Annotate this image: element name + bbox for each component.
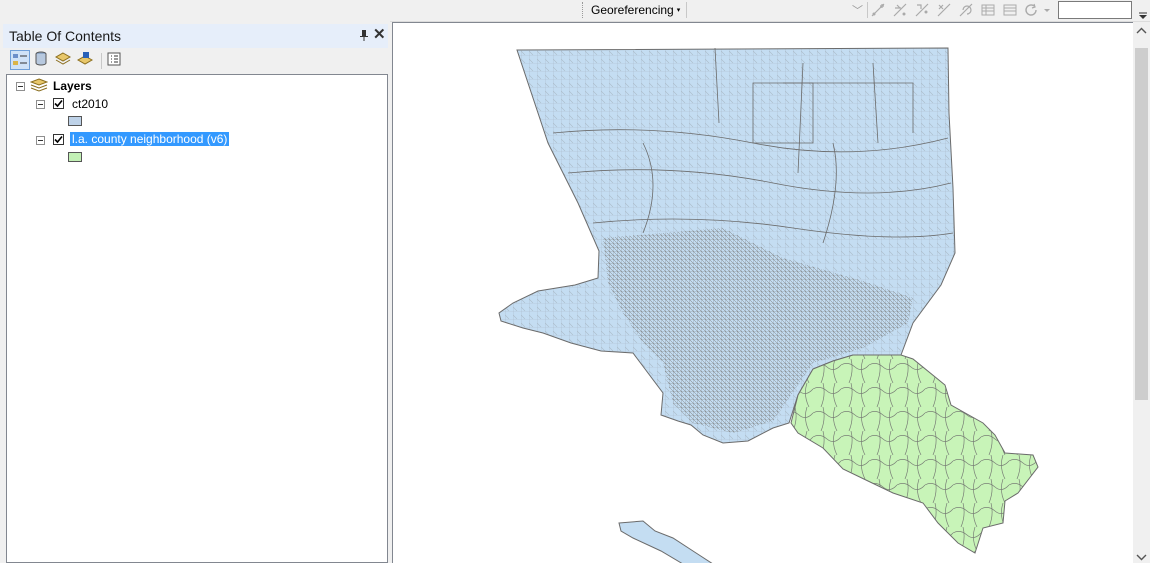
pin-icon[interactable] — [359, 29, 369, 41]
toolbar-overflow-icon[interactable] — [1138, 6, 1148, 20]
table-of-contents-panel: Table Of Contents ✕ Layers ct2010 l.a. c… — [3, 22, 388, 563]
layers-stack-icon — [29, 78, 49, 92]
layers-visibility-icon — [55, 52, 71, 65]
layers-expander[interactable] — [16, 82, 25, 91]
table-icon[interactable] — [1002, 2, 1018, 18]
georeferencing-label: Georeferencing — [591, 3, 674, 17]
selection-layers-icon — [77, 52, 93, 65]
delete-link-icon[interactable] — [936, 2, 952, 18]
layer-dropdown-chevron-icon[interactable]: ﹀ — [852, 2, 863, 18]
checkmark-icon — [54, 135, 63, 144]
select-link-icon[interactable] — [914, 2, 930, 18]
layer-expander-neighborhood[interactable] — [36, 136, 45, 145]
toc-titlebar: Table Of Contents ✕ — [3, 24, 388, 48]
toolbar-grip[interactable] — [582, 2, 584, 18]
scroll-down-icon[interactable] — [1136, 551, 1147, 561]
drawing-order-icon — [13, 54, 27, 65]
layer-symbol-swatch-neighborhood[interactable] — [68, 152, 82, 162]
catalina-island[interactable] — [618, 520, 713, 563]
refresh-dropdown-icon[interactable] — [1024, 2, 1040, 18]
dropdown-arrow-icon: ▾ — [676, 7, 681, 14]
toc-toolbar — [3, 49, 388, 73]
scroll-up-icon[interactable] — [1136, 25, 1147, 35]
layer-visibility-checkbox-ct2010[interactable] — [53, 98, 64, 109]
layer-label-ct2010[interactable]: ct2010 — [72, 97, 108, 111]
auto-adjust-icon[interactable] — [892, 2, 908, 18]
list-by-visibility-button[interactable] — [54, 50, 74, 70]
scale-input[interactable] — [1058, 1, 1132, 19]
layer-tree: Layers ct2010 l.a. county neighborhood (… — [6, 74, 388, 563]
georeferencing-menu[interactable]: Georeferencing ▾ — [588, 1, 683, 19]
scrollbar-thumb[interactable] — [1135, 48, 1148, 400]
layers-root-label[interactable]: Layers — [53, 79, 92, 93]
options-button[interactable] — [105, 50, 125, 70]
map-canvas[interactable] — [393, 23, 1134, 563]
list-by-source-button[interactable] — [32, 50, 52, 70]
layer-expander-ct2010[interactable] — [36, 100, 45, 109]
top-toolbar: Georeferencing ▾ ﹀ — [390, 0, 1150, 22]
view-link-table-icon[interactable] — [980, 2, 996, 18]
layer-visibility-checkbox-neighborhood[interactable] — [53, 134, 64, 145]
layer-label-neighborhood[interactable]: l.a. county neighborhood (v6) — [70, 132, 230, 146]
add-control-points-icon[interactable] — [870, 2, 886, 18]
checkmark-icon — [54, 99, 63, 108]
rotate-icon[interactable] — [958, 2, 974, 18]
toc-toolbar-separator — [101, 53, 102, 69]
close-icon[interactable]: ✕ — [373, 26, 386, 44]
arcmap-window: Georeferencing ▾ ﹀ Table Of Contents ✕ L… — [0, 0, 1150, 563]
database-icon — [35, 51, 47, 66]
options-list-icon — [107, 52, 121, 66]
list-by-selection-button[interactable] — [76, 50, 96, 70]
chevron-down-icon[interactable] — [1042, 2, 1052, 18]
panel-title: Table Of Contents — [9, 28, 122, 44]
toolbar-separator — [686, 2, 687, 18]
map-display[interactable] — [392, 22, 1133, 563]
map-vertical-scrollbar[interactable] — [1133, 22, 1150, 563]
layer-symbol-swatch-ct2010[interactable] — [68, 116, 82, 126]
list-by-drawing-order-button[interactable] — [10, 50, 30, 70]
toolbar-separator — [867, 2, 868, 18]
